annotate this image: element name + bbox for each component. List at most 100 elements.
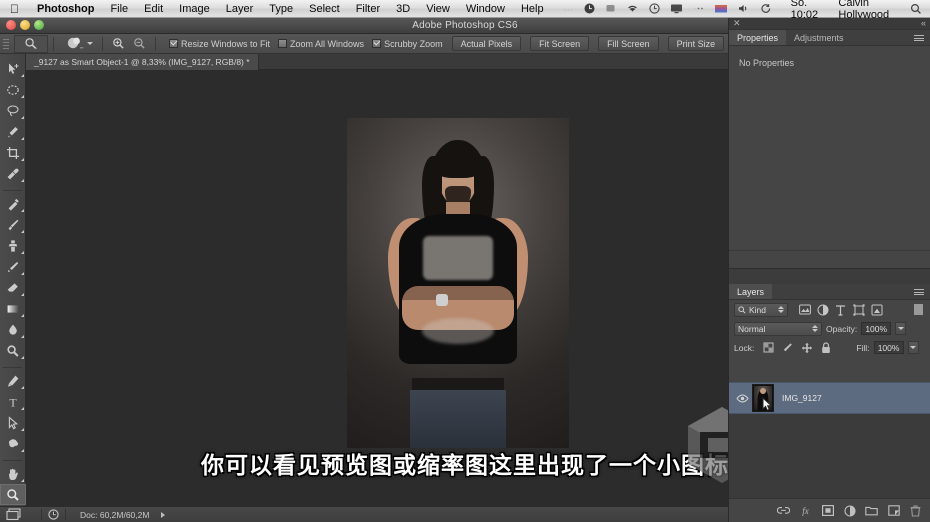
menu-item-window[interactable]: Window <box>458 3 513 15</box>
tool-expand-indicator[interactable] <box>21 137 24 140</box>
opacity-stepper[interactable] <box>895 322 907 335</box>
menu-item-select[interactable]: Select <box>301 3 348 15</box>
document-canvas[interactable] <box>347 118 569 448</box>
time-machine-icon[interactable] <box>648 3 660 14</box>
layer-style-icon[interactable]: fx <box>799 504 812 517</box>
adjustment-layer-icon[interactable] <box>843 504 856 517</box>
stepper-arrows-icon[interactable] <box>778 306 784 313</box>
status-screen-mode-icon[interactable] <box>0 507 29 522</box>
menu-item-layer[interactable]: Layer <box>218 3 262 15</box>
display-mirror-icon[interactable] <box>605 3 616 14</box>
layer-filter-kind-select[interactable]: Kind <box>734 302 788 317</box>
move-tool[interactable] <box>0 58 26 79</box>
hand-tool[interactable] <box>0 463 26 484</box>
pen-tool[interactable] <box>0 370 26 391</box>
menu-item-edit[interactable]: Edit <box>136 3 171 15</box>
scrubby-zoom-checkbox[interactable]: Scrubby Zoom <box>372 39 443 49</box>
tool-expand-indicator[interactable] <box>21 449 24 452</box>
tool-expand-indicator[interactable] <box>21 116 24 119</box>
filter-type-icon[interactable] <box>834 303 847 316</box>
stepper-arrows-icon[interactable] <box>812 325 818 332</box>
actual-pixels-button[interactable]: Actual Pixels <box>451 36 522 51</box>
tool-expand-indicator[interactable] <box>21 209 24 212</box>
minimize-button[interactable] <box>20 20 30 30</box>
fill-value[interactable]: 100% <box>873 341 904 354</box>
panel-menu-icon[interactable] <box>914 287 926 297</box>
lock-transparent-pixels-icon[interactable] <box>762 341 775 354</box>
tool-preset-picker[interactable] <box>59 36 97 51</box>
type-tool[interactable]: T <box>0 391 26 412</box>
layer-mask-icon[interactable] <box>821 504 834 517</box>
menu-item-view[interactable]: View <box>418 3 458 15</box>
menu-item-3d[interactable]: 3D <box>388 3 418 15</box>
bluetooth-icon[interactable] <box>693 3 704 14</box>
delete-layer-icon[interactable] <box>909 504 922 517</box>
options-bar-grip[interactable] <box>0 34 12 54</box>
screen-icon[interactable] <box>670 3 683 14</box>
lock-position-icon[interactable] <box>800 341 813 354</box>
document-info[interactable]: Doc: 60,2M/60,2M <box>66 507 155 522</box>
blur-tool[interactable] <box>0 319 26 340</box>
new-layer-icon[interactable] <box>887 504 900 517</box>
layer-thumbnail[interactable] <box>752 384 774 412</box>
zoom-all-windows-checkbox[interactable]: Zoom All Windows <box>278 39 364 49</box>
filter-smartobject-icon[interactable] <box>870 303 883 316</box>
lock-all-icon[interactable] <box>819 341 832 354</box>
tool-expand-indicator[interactable] <box>21 293 24 296</box>
tool-expand-indicator[interactable] <box>21 251 24 254</box>
chevron-down-icon[interactable] <box>87 42 93 45</box>
document-tab[interactable]: _9127 as Smart Object-1 @ 8,33% (IMG_912… <box>26 53 259 70</box>
canvas-area[interactable] <box>26 70 728 506</box>
crop-tool[interactable] <box>0 142 26 163</box>
tool-expand-indicator[interactable] <box>21 95 24 98</box>
zoom-tool-icon[interactable] <box>14 34 48 53</box>
menu-item-file[interactable]: File <box>102 3 136 15</box>
tool-expand-indicator[interactable] <box>21 179 24 182</box>
panel-menu-icon[interactable] <box>914 33 926 43</box>
tool-expand-indicator[interactable] <box>21 335 24 338</box>
brush-tool[interactable] <box>0 214 26 235</box>
gradient-tool[interactable] <box>0 298 26 319</box>
menu-item-type[interactable]: Type <box>261 3 301 15</box>
fill-screen-button[interactable]: Fill Screen <box>598 36 659 51</box>
checkbox-box[interactable] <box>169 39 178 48</box>
new-group-icon[interactable] <box>865 504 878 517</box>
menu-item-filter[interactable]: Filter <box>348 3 388 15</box>
layer-list[interactable]: IMG_9127 <box>729 382 930 498</box>
tab-properties[interactable]: Properties <box>729 30 787 45</box>
zoom-out-button[interactable] <box>129 37 150 50</box>
fill-stepper[interactable] <box>907 341 919 354</box>
volume-icon[interactable] <box>738 3 750 14</box>
wifi-icon[interactable] <box>626 3 639 14</box>
search-icon[interactable] <box>910 3 922 15</box>
zoom-tool[interactable] <box>0 484 26 505</box>
status-clock-icon[interactable] <box>42 507 65 522</box>
tool-expand-indicator[interactable] <box>21 158 24 161</box>
filter-pixel-icon[interactable] <box>798 303 811 316</box>
tool-expand-indicator[interactable] <box>21 230 24 233</box>
tool-expand-indicator[interactable] <box>21 314 24 317</box>
print-size-button[interactable]: Print Size <box>667 36 725 51</box>
dodge-tool[interactable] <box>0 340 26 361</box>
quick-selection-tool[interactable] <box>0 121 26 142</box>
lasso-tool[interactable] <box>0 100 26 121</box>
tab-adjustments[interactable]: Adjustments <box>786 30 852 45</box>
zoom-in-button[interactable] <box>108 37 129 50</box>
fit-screen-button[interactable]: Fit Screen <box>530 36 590 51</box>
close-icon[interactable]: ✕ <box>733 19 741 28</box>
filter-adjustment-icon[interactable] <box>816 303 829 316</box>
tool-expand-indicator[interactable] <box>21 356 24 359</box>
tab-layers[interactable]: Layers <box>729 284 773 299</box>
shape-tool[interactable] <box>0 433 26 454</box>
filter-toggle-icon[interactable] <box>912 303 925 316</box>
status-zoom-value[interactable] <box>29 507 41 522</box>
opacity-value[interactable]: 100% <box>861 322 892 335</box>
ellipsis-icon[interactable] <box>563 3 574 14</box>
layer-name[interactable]: IMG_9127 <box>782 393 822 403</box>
tool-expand-indicator[interactable] <box>21 74 24 77</box>
sync-icon[interactable] <box>760 3 772 14</box>
filter-shape-icon[interactable] <box>852 303 865 316</box>
tool-expand-indicator[interactable] <box>21 407 24 410</box>
clone-stamp-tool[interactable] <box>0 235 26 256</box>
menu-item-photoshop[interactable]: Photoshop <box>29 3 102 15</box>
